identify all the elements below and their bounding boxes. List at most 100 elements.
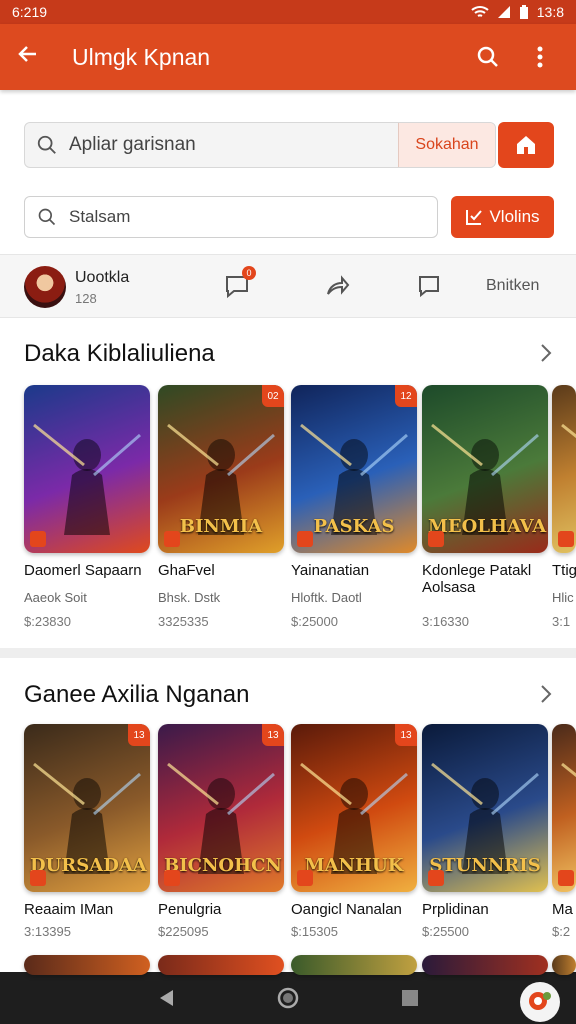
status-clock: 13:8	[536, 4, 564, 20]
game-price: $:25500	[422, 924, 469, 939]
wifi-icon	[471, 6, 489, 17]
card-mini-icon	[558, 870, 574, 886]
section-title-2: Ganee Axilia Nganan	[24, 681, 250, 708]
game-card[interactable]: 13 MANHUK	[291, 724, 417, 892]
message-icon	[419, 276, 439, 298]
section-title: Daka Kiblaliuliena	[24, 340, 215, 367]
game-card[interactable]	[552, 385, 576, 553]
recent-apps-icon[interactable]	[398, 986, 422, 1010]
back-triangle-icon[interactable]	[154, 986, 178, 1010]
card-art-title: MANHUK	[304, 855, 404, 876]
card-corner-badge: 13	[262, 724, 284, 746]
game-card[interactable]: 02 BINMIA	[158, 385, 284, 553]
filter-button[interactable]: Vlolins	[451, 196, 554, 238]
card-art-title: STUNNRIS	[429, 855, 541, 876]
card-mini-icon	[428, 531, 444, 547]
game-card[interactable]	[158, 955, 284, 975]
comment-button[interactable]: 0	[222, 266, 256, 301]
user-action-row: Uootkla 128 0 Bnitken	[0, 254, 576, 318]
game-subtitle: Aaeok Soit	[24, 590, 87, 605]
card-art-title: PASKAS	[313, 516, 395, 537]
chat-bubble-icon	[529, 992, 551, 1010]
card-art-title: DURSADAA	[30, 855, 147, 876]
home-icon	[517, 136, 535, 154]
app-bar: Ulmgk Kpnan	[0, 24, 576, 90]
card-corner-badge: 02	[262, 385, 284, 407]
search-icon	[25, 134, 69, 156]
game-title: Yainanatian	[291, 562, 370, 579]
battery-icon	[519, 4, 528, 19]
game-card[interactable]	[552, 724, 576, 892]
search-bar-secondary[interactable]: Stalsam	[24, 196, 438, 238]
game-card[interactable]: 13 DURSADAA	[24, 724, 150, 892]
game-title: Prplidinan	[422, 901, 489, 918]
search-input[interactable]: Apliar garisnan	[69, 134, 398, 156]
game-card[interactable]	[291, 955, 417, 975]
card-mini-icon	[30, 531, 46, 547]
game-card[interactable]: STUNNRIS	[422, 724, 548, 892]
game-cover-art	[24, 385, 150, 553]
game-price: 3:1	[552, 614, 571, 629]
game-title: Ma	[552, 901, 573, 918]
game-price: 3:16330	[422, 614, 469, 629]
game-title: Ttig	[552, 562, 576, 579]
user-name: Uootkla	[75, 269, 130, 286]
action-text[interactable]: Bnitken	[486, 277, 539, 295]
card-mini-icon	[428, 870, 444, 886]
chevron-right-icon[interactable]	[536, 679, 556, 709]
card-mini-icon	[164, 870, 180, 886]
notification-badge: 0	[242, 266, 256, 280]
card-corner-badge: 13	[395, 724, 417, 746]
card-mini-icon	[297, 531, 313, 547]
game-title: Daomerl Sapaarn	[24, 562, 142, 579]
search-icon[interactable]	[468, 37, 508, 77]
game-card[interactable]	[552, 955, 576, 975]
home-button[interactable]	[498, 122, 554, 168]
chat-bubble-button[interactable]	[520, 982, 560, 1022]
check-square-icon	[466, 210, 483, 225]
search-input-secondary[interactable]: Stalsam	[69, 207, 130, 227]
game-card[interactable]: 13 BICNOHCN	[158, 724, 284, 892]
game-subtitle: Bhsk. Dstk	[158, 590, 221, 605]
search-icon	[25, 207, 69, 227]
home-circle-icon[interactable]	[276, 986, 300, 1010]
game-card[interactable]	[24, 385, 150, 553]
share-icon	[327, 275, 350, 295]
share-button[interactable]	[322, 271, 352, 301]
avatar[interactable]	[24, 266, 66, 308]
search-bar-primary[interactable]: Apliar garisnan Sokahan	[24, 122, 496, 168]
user-count: 128	[75, 291, 97, 306]
card-corner-badge: 13	[128, 724, 150, 746]
status-bar: 6:219 13:8	[0, 0, 576, 24]
game-card[interactable]: 12 PASKAS	[291, 385, 417, 553]
back-arrow-icon[interactable]	[16, 41, 56, 73]
game-card[interactable]: MEOLHAVA	[422, 385, 548, 553]
game-subtitle: Hloftk. Daotl	[291, 590, 362, 605]
game-price: $:15305	[291, 924, 338, 939]
card-art-title: BICNOHCN	[164, 855, 282, 876]
game-title: GhaFvel	[158, 562, 215, 579]
game-card[interactable]	[422, 955, 548, 975]
game-price: $225095	[158, 924, 209, 939]
game-card[interactable]	[24, 955, 150, 975]
more-vert-icon[interactable]	[520, 37, 560, 77]
game-cover-art	[552, 724, 576, 892]
search-tag-button[interactable]: Sokahan	[398, 123, 495, 167]
game-cover-art	[552, 385, 576, 553]
status-icons: 13:8	[471, 4, 564, 20]
card-art-title: MEOLHAVA	[428, 516, 547, 537]
status-time: 6:219	[12, 4, 48, 20]
game-price: $:2	[552, 924, 571, 939]
game-title: Oangicl Nanalan	[291, 901, 402, 918]
message-button[interactable]	[414, 271, 444, 301]
game-title: Reaaim IMan	[24, 901, 114, 918]
game-price: $:23830	[24, 614, 71, 629]
chevron-right-icon[interactable]	[536, 338, 556, 368]
game-price: 3325335	[158, 614, 209, 629]
game-subtitle: Hlic	[552, 590, 574, 605]
card-corner-badge: 12	[395, 385, 417, 407]
system-nav-bar	[0, 972, 576, 1024]
game-title: Penulgria	[158, 901, 222, 918]
filter-button-label: Vlolins	[489, 207, 540, 226]
page-title: Ulmgk Kpnan	[72, 43, 211, 70]
